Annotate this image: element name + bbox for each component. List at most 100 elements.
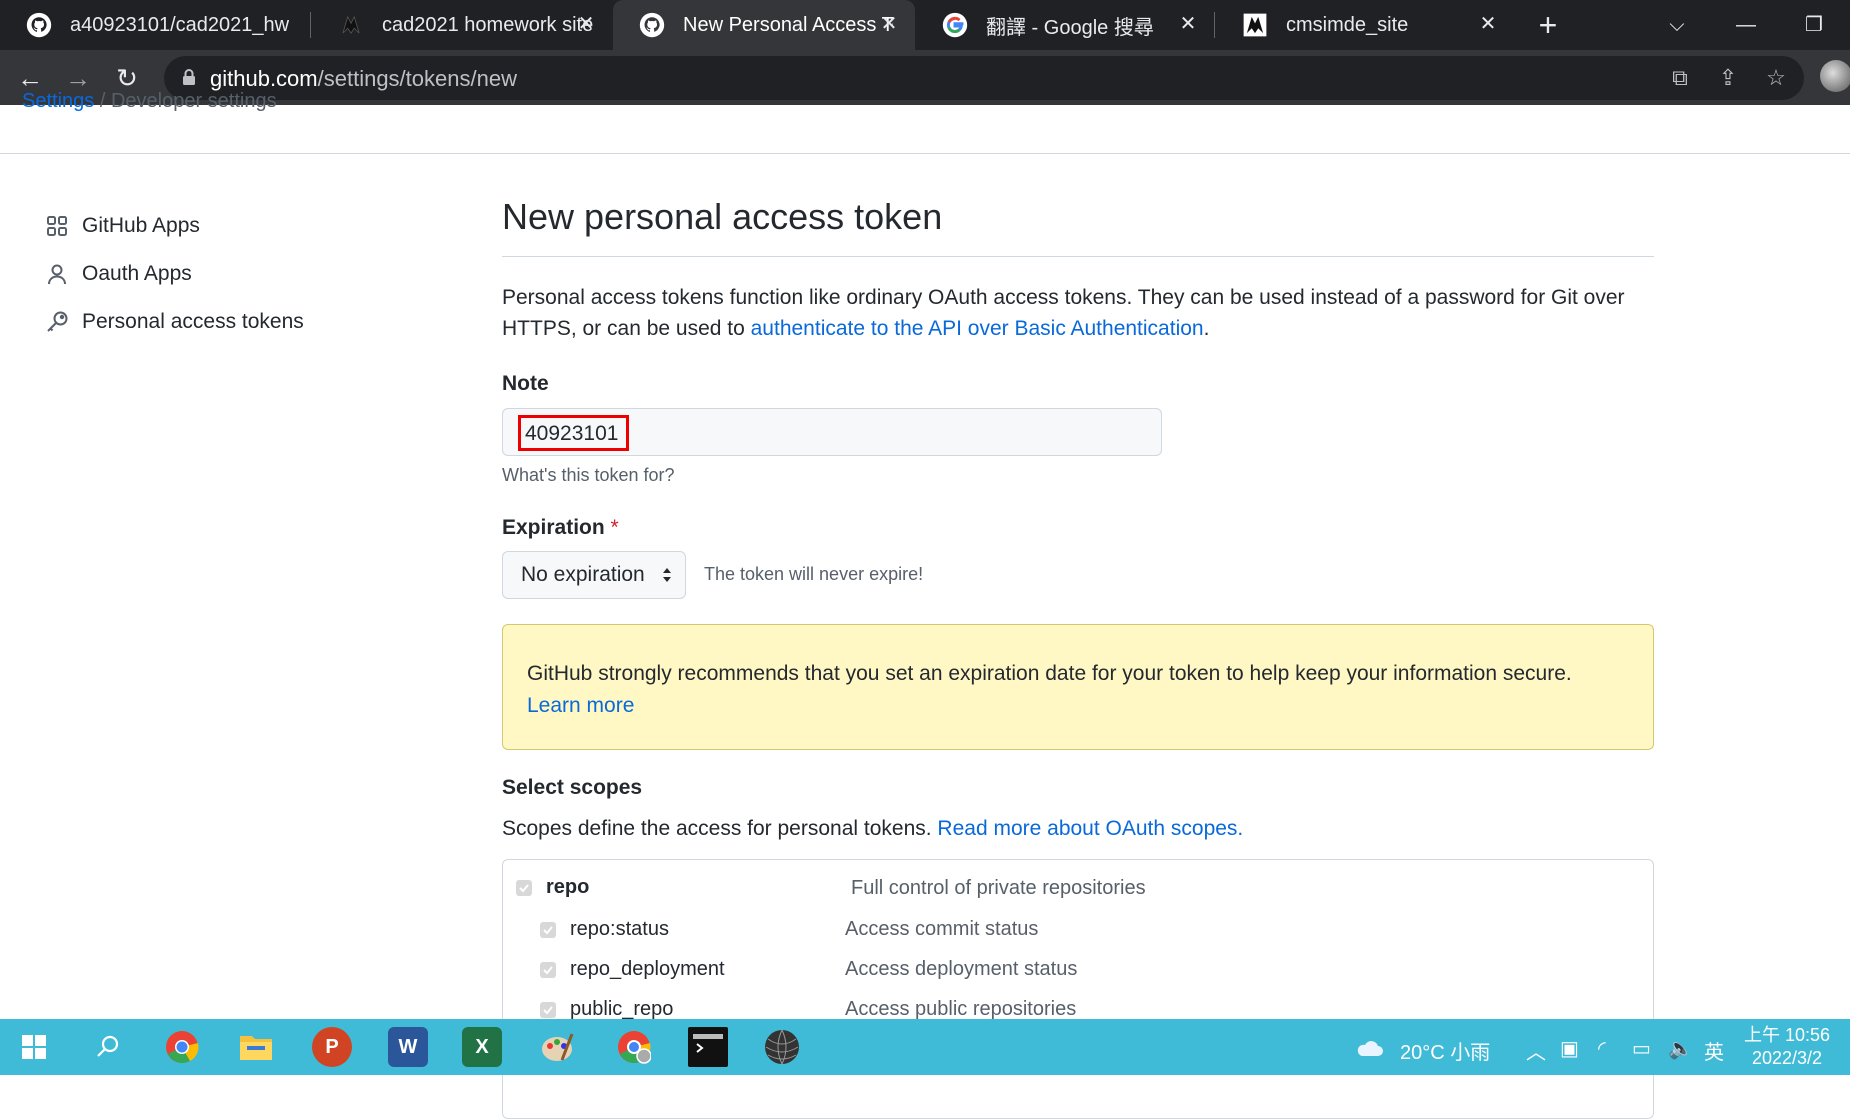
share-icon[interactable]: ⇪ xyxy=(1712,62,1744,94)
windows-start-icon[interactable] xyxy=(14,1027,54,1067)
expiration-warning: GitHub strongly recommends that you set … xyxy=(502,624,1654,750)
scope-repo-status[interactable]: repo:status xyxy=(540,918,669,941)
breadcrumb-separator: / xyxy=(99,90,106,112)
minimize-button[interactable]: — xyxy=(1726,8,1766,42)
scope-desc: Access commit status xyxy=(845,918,1039,940)
breadcrumb-developer-settings: Developer settings xyxy=(110,90,277,112)
intro-paragraph: Personal access tokens function like ord… xyxy=(502,282,1662,344)
url-path: /settings/tokens/new xyxy=(317,66,517,91)
scope-desc: Access deployment status xyxy=(845,958,1078,980)
title-divider xyxy=(502,256,1654,257)
scope-desc: Full control of private repositories xyxy=(851,877,1146,899)
sidebar-item-oauth-apps[interactable]: Oauth Apps xyxy=(44,261,192,287)
bookmark-star-icon[interactable]: ☆ xyxy=(1760,62,1792,94)
sidebar-item-personal-access-tokens[interactable]: Personal access tokens xyxy=(44,309,304,335)
close-icon[interactable]: ✕ xyxy=(574,12,598,36)
github-icon xyxy=(639,12,665,38)
lock-icon xyxy=(183,69,195,85)
search-icon[interactable] xyxy=(88,1027,128,1067)
select-scopes-label: Select scopes xyxy=(502,776,643,799)
breadcrumb-settings-link[interactable]: Settings xyxy=(22,90,94,112)
tab-cad2021-hw[interactable]: a40923101/cad2021_hw xyxy=(0,0,308,50)
globe-app-icon[interactable] xyxy=(762,1027,802,1067)
translate-icon[interactable]: ⧉ xyxy=(1664,62,1696,94)
close-icon[interactable]: ✕ xyxy=(1476,12,1500,36)
basic-auth-link[interactable]: authenticate to the API over Basic Authe… xyxy=(751,317,1204,340)
terminal-icon[interactable] xyxy=(688,1027,728,1067)
note-help-text: What's this token for? xyxy=(502,465,675,485)
header-divider xyxy=(0,153,1850,154)
clock-time: 上午 10:56 xyxy=(1744,1025,1831,1045)
word-icon[interactable]: W xyxy=(388,1027,428,1067)
expiration-label-text: Expiration xyxy=(502,516,605,539)
tab-google-translate[interactable]: 翻譯 - Google 搜尋 ✕ xyxy=(916,0,1214,50)
restore-button[interactable]: ❐ xyxy=(1794,8,1834,42)
file-explorer-icon[interactable] xyxy=(236,1027,276,1067)
tab-separator xyxy=(310,12,311,38)
sidebar-item-label: Oauth Apps xyxy=(82,262,192,285)
expiration-select-value: No expiration xyxy=(521,563,645,586)
github-icon xyxy=(26,12,52,38)
ime-indicator[interactable]: 英 xyxy=(1704,1036,1724,1065)
required-asterisk: * xyxy=(610,516,619,539)
expiration-label: Expiration * xyxy=(502,516,619,540)
battery-icon[interactable]: ▭ xyxy=(1632,1036,1651,1061)
oauth-scopes-link[interactable]: Read more about OAuth scopes. xyxy=(937,817,1243,840)
expiration-note: The token will never expire! xyxy=(704,564,924,584)
apps-icon xyxy=(44,213,70,239)
tab-new-personal-access-token[interactable]: New Personal Access To ✕ xyxy=(613,0,915,50)
select-caret-icon xyxy=(663,568,671,582)
scope-name: repo:status xyxy=(570,918,669,940)
tab-cmsimde-site[interactable]: cmsimde_site ✕ xyxy=(1216,0,1514,50)
url-text: github.com/settings/tokens/new xyxy=(210,66,517,92)
scopes-description: Scopes define the access for personal to… xyxy=(502,817,1243,841)
address-bar[interactable]: github.com/settings/tokens/new ⧉ ⇪ ☆ xyxy=(164,56,1804,100)
sidebar-item-label: Personal access tokens xyxy=(82,310,304,333)
profile-avatar[interactable] xyxy=(1820,60,1850,92)
tab-search-icon[interactable]: ⌵ xyxy=(1657,8,1697,42)
paint-icon[interactable] xyxy=(537,1027,577,1067)
checkbox-checked-icon[interactable] xyxy=(540,1001,556,1018)
tab-title: cmsimde_site xyxy=(1286,13,1409,36)
speaker-icon[interactable]: 🔈 xyxy=(1668,1036,1693,1061)
excel-icon[interactable]: X xyxy=(462,1027,502,1067)
network-display-icon[interactable]: ▣ xyxy=(1560,1036,1579,1061)
weather-icon[interactable] xyxy=(1354,1036,1384,1064)
tab-title: New Personal Access To xyxy=(683,13,893,36)
tab-title: cad2021 homework site xyxy=(382,13,594,36)
scopes-desc-text: Scopes define the access for personal to… xyxy=(502,817,938,840)
scope-public-repo[interactable]: public_repo xyxy=(540,998,673,1021)
checkbox-checked-icon[interactable] xyxy=(516,879,532,896)
sidebar-item-label: GitHub Apps xyxy=(82,214,200,237)
site-icon xyxy=(1243,13,1267,37)
chrome-profile-icon[interactable] xyxy=(614,1027,654,1067)
scope-name: repo xyxy=(546,876,590,898)
note-value-highlight[interactable]: 40923101 xyxy=(518,415,630,451)
warning-text: GitHub strongly recommends that you set … xyxy=(527,662,1572,685)
checkbox-checked-icon[interactable] xyxy=(540,961,556,978)
page-title: New personal access token xyxy=(502,196,943,237)
tab-title: 翻譯 - Google 搜尋 xyxy=(986,16,1154,39)
clock[interactable]: 上午 10:56 2022/3/2 xyxy=(1744,1024,1830,1070)
close-icon[interactable]: ✕ xyxy=(1176,12,1200,36)
expiration-select[interactable]: No expiration xyxy=(502,551,686,599)
scope-repo-deployment[interactable]: repo_deployment xyxy=(540,958,725,981)
sidebar-item-github-apps[interactable]: GitHub Apps xyxy=(44,213,200,239)
tab-cad2021-site[interactable]: cad2021 homework site ✕ xyxy=(312,0,612,50)
person-icon xyxy=(44,261,70,287)
wifi-icon[interactable]: ◜ xyxy=(1598,1036,1606,1061)
powerpoint-icon[interactable]: P xyxy=(312,1027,352,1067)
chevron-up-icon[interactable]: ︿ xyxy=(1526,1036,1546,1065)
breadcrumb: Settings / Developer settings xyxy=(22,90,277,113)
weather-text[interactable]: 20°C 小雨 xyxy=(1400,1036,1490,1065)
scope-repo[interactable]: repo xyxy=(516,876,589,899)
chrome-icon[interactable] xyxy=(162,1027,202,1067)
url-host: github.com xyxy=(210,66,318,91)
close-icon[interactable]: ✕ xyxy=(877,12,901,36)
clock-date: 2022/3/2 xyxy=(1751,1048,1823,1068)
browser-toolbar: ← → ↻ github.com/settings/tokens/new ⧉ ⇪… xyxy=(0,50,1850,105)
scope-name: repo_deployment xyxy=(570,958,725,980)
learn-more-link[interactable]: Learn more xyxy=(527,694,634,717)
checkbox-checked-icon[interactable] xyxy=(540,921,556,938)
new-tab-button[interactable]: + xyxy=(1531,8,1565,42)
